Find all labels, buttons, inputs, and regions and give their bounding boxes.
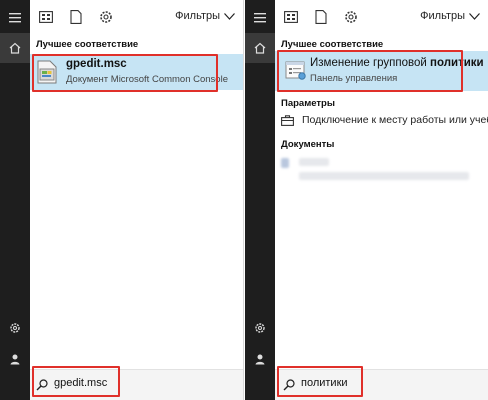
highlight-box — [277, 50, 463, 92]
settings-item-label: Подключение к месту работы или учебы — [302, 114, 488, 126]
gear-icon[interactable] — [98, 9, 114, 25]
apps-icon[interactable] — [38, 9, 54, 25]
chevron-down-icon — [224, 12, 235, 20]
document-icon[interactable] — [68, 9, 84, 25]
settings-gear-icon[interactable] — [245, 313, 275, 343]
search-panel-left: Фильтры Лучшее соответствие gpedit.msc Д… — [0, 0, 244, 400]
settings-header: Параметры — [281, 98, 335, 109]
document-file-icon — [281, 158, 289, 168]
search-toolbar: Фильтры — [30, 0, 243, 34]
search-highlight-box — [277, 366, 363, 397]
documents-header: Документы — [281, 139, 335, 150]
best-match-header: Лучшее соответствие — [281, 39, 384, 50]
hamburger-icon[interactable] — [0, 3, 30, 33]
redacted-document-name — [299, 158, 329, 166]
gear-icon[interactable] — [343, 9, 359, 25]
search-highlight-box — [32, 366, 120, 397]
start-rail — [0, 0, 30, 400]
settings-gear-icon[interactable] — [0, 313, 30, 343]
search-toolbar: Фильтры — [275, 0, 488, 34]
search-panel-right: Фильтры Лучшее соответствие Изменение гр… — [245, 0, 488, 400]
filters-dropdown[interactable]: Фильтры — [175, 10, 235, 22]
user-icon[interactable] — [0, 344, 30, 374]
redacted-document-path — [299, 172, 469, 180]
apps-icon[interactable] — [283, 9, 299, 25]
home-icon[interactable] — [0, 33, 30, 63]
home-icon[interactable] — [245, 33, 275, 63]
hamburger-icon[interactable] — [245, 3, 275, 33]
filters-label: Фильтры — [175, 10, 220, 22]
start-rail — [245, 0, 275, 400]
briefcase-icon — [281, 114, 294, 126]
user-icon[interactable] — [245, 344, 275, 374]
settings-result[interactable]: Подключение к месту работы или учебы — [281, 114, 488, 126]
best-match-header: Лучшее соответствие — [36, 39, 139, 50]
chevron-down-icon — [469, 12, 480, 20]
filters-dropdown[interactable]: Фильтры — [420, 10, 480, 22]
highlight-box — [32, 54, 218, 92]
document-icon[interactable] — [313, 9, 329, 25]
filters-label: Фильтры — [420, 10, 465, 22]
